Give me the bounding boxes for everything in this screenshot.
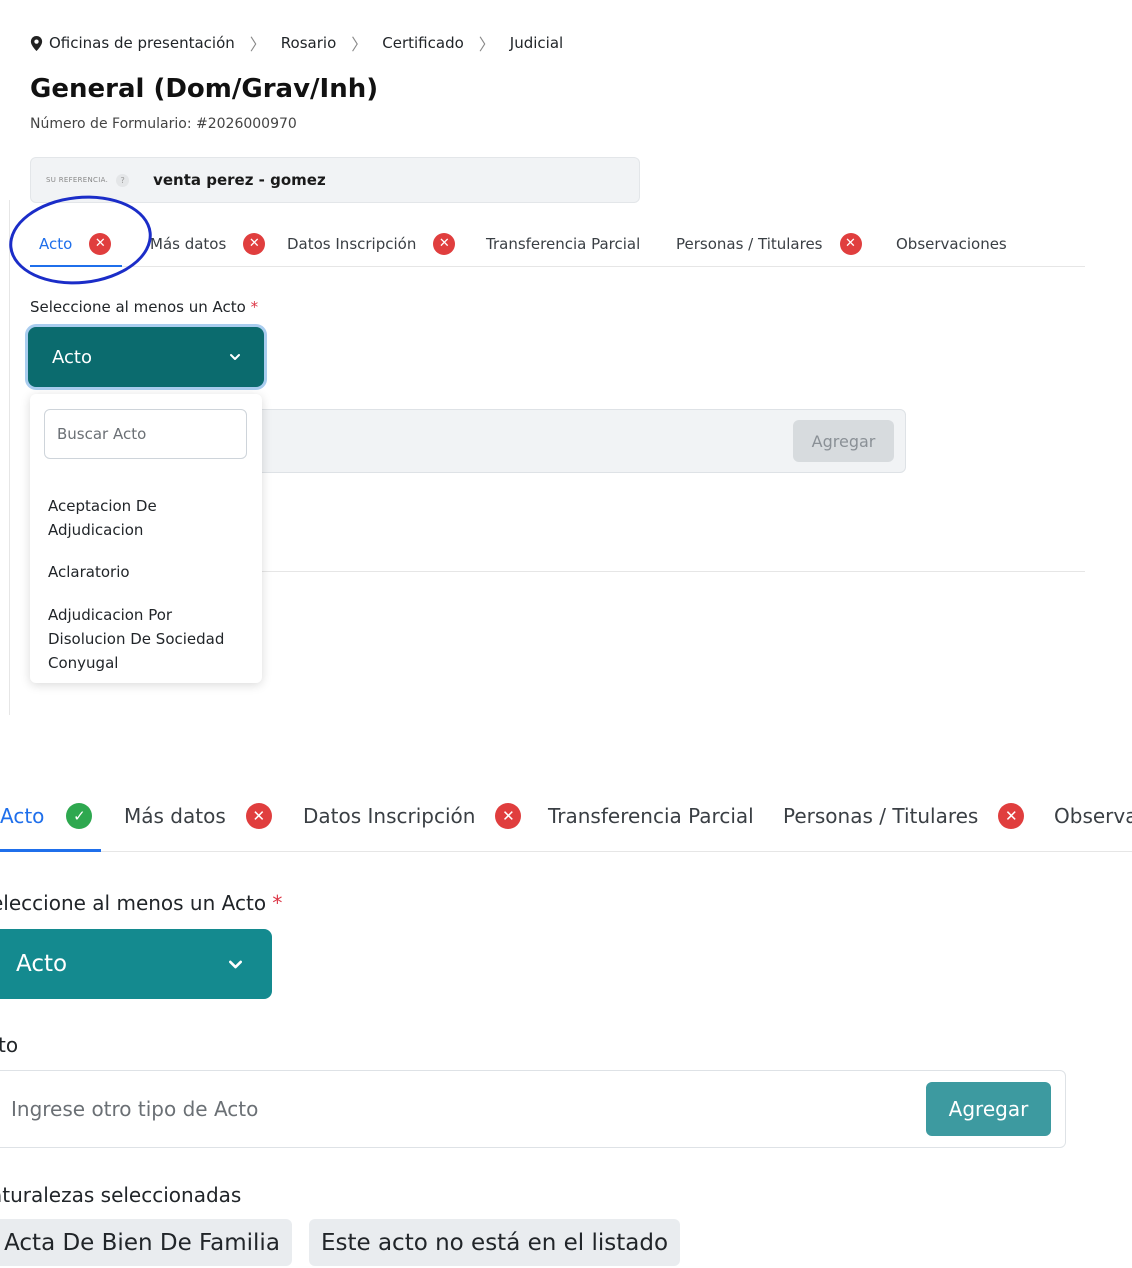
tab-bar: Acto ✕ Más datos ✕ Datos Inscripción ✕ T… xyxy=(30,220,1085,267)
dropdown-option[interactable]: Aclaratorio xyxy=(48,560,248,584)
acto-dropdown-label: Acto xyxy=(52,346,92,368)
select-acto-label: Seleccione al menos un Acto * xyxy=(30,298,258,316)
active-tab-indicator xyxy=(30,265,122,267)
tab-label: Personas / Titulares xyxy=(783,804,979,828)
selected-chip[interactable]: Acta De Bien De Familia xyxy=(0,1219,292,1266)
acto-dropdown-menu: Aceptacion De Adjudicacion Aclaratorio A… xyxy=(30,394,262,683)
chevron-right-icon: 〉 xyxy=(351,35,368,54)
breadcrumb-item-rosario[interactable]: Rosario xyxy=(281,34,336,52)
tab-label: Observaciones xyxy=(896,234,1007,253)
tab-label: Personas / Titulares xyxy=(676,234,823,253)
error-icon: ✕ xyxy=(245,803,272,829)
page-title: General (Dom/Grav/Inh) xyxy=(30,74,379,104)
acto-dropdown-label: Acto xyxy=(16,951,68,977)
reference-value: venta perez - gomez xyxy=(153,171,326,189)
acto-dropdown-button[interactable]: Acto xyxy=(0,929,272,999)
tab-transferencia-parcial[interactable]: Transferencia Parcial xyxy=(548,780,754,852)
bottom-panel: Acto ✓ Más datos ✕ Datos Inscripción ✕ T… xyxy=(0,780,1132,1268)
divider xyxy=(255,571,1085,572)
error-icon: ✕ xyxy=(89,232,112,255)
tab-acto[interactable]: Acto ✕ xyxy=(39,220,112,267)
required-mark: * xyxy=(272,891,283,915)
breadcrumb-item-oficinas[interactable]: Oficinas de presentación xyxy=(49,34,235,52)
tab-label: Datos Inscripción xyxy=(303,804,476,828)
select-acto-label-text: Seleccione al menos un Acto xyxy=(30,298,246,316)
agregar-button[interactable]: Agregar xyxy=(926,1082,1051,1136)
error-icon: ✕ xyxy=(839,232,862,255)
tab-label: Más datos xyxy=(124,804,226,828)
agregar-button[interactable]: Agregar xyxy=(793,420,894,462)
error-icon: ✕ xyxy=(495,803,522,829)
select-acto-label: eleccione al menos un Acto * xyxy=(0,891,282,915)
tab-label: Transferencia Parcial xyxy=(548,804,754,828)
left-border xyxy=(9,200,10,715)
tab-observaciones[interactable]: Observaciones xyxy=(896,220,1007,267)
acto-dropdown-button[interactable]: Acto xyxy=(28,327,264,387)
tab-datos-inscripcion[interactable]: Datos Inscripción ✕ xyxy=(303,780,522,852)
error-icon: ✕ xyxy=(433,232,456,255)
reference-label: SU REFERENCIA. xyxy=(46,176,109,184)
tab-bar: Acto ✓ Más datos ✕ Datos Inscripción ✕ T… xyxy=(0,780,1132,852)
tab-personas-titulares[interactable]: Personas / Titulares ✕ xyxy=(676,220,862,267)
reference-field[interactable]: SU REFERENCIA. ? venta perez - gomez xyxy=(30,157,640,203)
dropdown-option[interactable]: Adjudicacion Por Disolucion De Sociedad … xyxy=(48,603,248,675)
breadcrumb-item-judicial: Judicial xyxy=(509,34,564,52)
help-icon[interactable]: ? xyxy=(116,173,130,187)
tab-transferencia-parcial[interactable]: Transferencia Parcial xyxy=(486,220,640,267)
breadcrumb: Oficinas de presentación 〉 Rosario 〉 Cer… xyxy=(30,31,563,55)
chevron-right-icon: 〉 xyxy=(249,35,266,54)
tab-label: Observa xyxy=(1054,804,1132,828)
chevron-down-icon xyxy=(229,960,242,968)
error-icon: ✕ xyxy=(998,803,1025,829)
tab-acto[interactable]: Acto ✓ xyxy=(0,780,93,852)
tab-label: Datos Inscripción xyxy=(287,234,417,253)
tab-label: Más datos xyxy=(150,234,227,253)
tab-observaciones[interactable]: Observa xyxy=(1054,780,1132,852)
selected-natures-label: aturalezas seleccionadas xyxy=(0,1183,242,1207)
other-acto-label: cto xyxy=(0,1033,19,1057)
tab-mas-datos[interactable]: Más datos ✕ xyxy=(124,780,272,852)
tab-mas-datos[interactable]: Más datos ✕ xyxy=(150,220,266,267)
active-tab-indicator xyxy=(0,849,101,852)
other-acto-input[interactable] xyxy=(11,1085,891,1133)
dropdown-option[interactable]: Aceptacion De Adjudicacion xyxy=(48,494,248,542)
tab-label: Acto xyxy=(39,234,73,253)
other-acto-field[interactable]: Agregar xyxy=(255,409,906,473)
search-acto-input[interactable] xyxy=(44,409,247,459)
error-icon: ✕ xyxy=(243,232,266,255)
select-acto-label-text: eleccione al menos un Acto xyxy=(0,891,267,915)
tab-datos-inscripcion[interactable]: Datos Inscripción ✕ xyxy=(287,220,456,267)
other-acto-field: Agregar xyxy=(0,1070,1066,1148)
selected-chip[interactable]: Este acto no está en el listado xyxy=(309,1219,680,1266)
top-panel: Oficinas de presentación 〉 Rosario 〉 Cer… xyxy=(0,0,1132,720)
breadcrumb-item-certificado[interactable]: Certificado xyxy=(382,34,464,52)
tab-personas-titulares[interactable]: Personas / Titulares ✕ xyxy=(783,780,1025,852)
check-icon: ✓ xyxy=(66,803,93,829)
required-mark: * xyxy=(250,298,259,316)
tab-label: Transferencia Parcial xyxy=(486,234,641,253)
form-number: Número de Formulario: #2026000970 xyxy=(30,116,297,132)
chevron-right-icon: 〉 xyxy=(478,35,495,54)
chevron-down-icon xyxy=(230,354,240,360)
location-pin-icon xyxy=(30,35,43,51)
tab-label: Acto xyxy=(0,804,45,828)
